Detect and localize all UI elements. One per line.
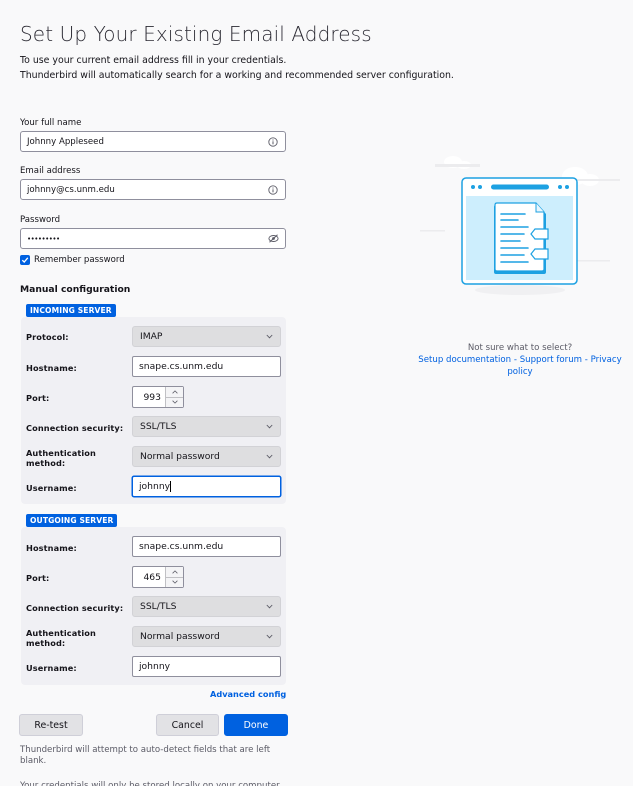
chevron-up-icon	[171, 390, 178, 394]
outgoing-username-label: Username:	[26, 663, 77, 673]
incoming-protocol-select[interactable]: IMAP	[132, 326, 281, 347]
outgoing-server-badge: OUTGOING SERVER	[26, 514, 118, 527]
full-name-label: Your full name	[20, 118, 82, 128]
setup-documentation-link[interactable]: Setup documentation	[418, 355, 511, 365]
help-question: Not sure what to select?	[467, 343, 573, 353]
manual-config-title: Manual configuration	[20, 284, 131, 295]
support-forum-link[interactable]: Support forum	[520, 355, 582, 365]
separator: -	[511, 355, 520, 365]
credentials-note: Your credentials will only be stored loc…	[20, 781, 282, 786]
help-links: Setup documentation - Support forum - Pr…	[410, 354, 630, 378]
incoming-security-value: SSL/TLS	[140, 421, 177, 432]
incoming-port-value: 993	[143, 391, 161, 403]
port-decrement-button[interactable]	[166, 397, 183, 407]
incoming-auth-value: Normal password	[140, 451, 220, 462]
chevron-down-icon	[264, 632, 274, 642]
subtitle-line-1: To use your current email address fill i…	[20, 55, 287, 66]
outgoing-hostname-input[interactable]: snape.cs.unm.edu	[132, 536, 281, 557]
document-icon	[494, 202, 549, 274]
email-input[interactable]: johnny@cs.unm.edu	[20, 179, 286, 200]
full-name-value: Johnny Appleseed	[27, 136, 104, 147]
incoming-security-select[interactable]: SSL/TLS	[132, 416, 281, 437]
chevron-down-icon	[264, 452, 274, 462]
outgoing-security-select[interactable]: SSL/TLS	[132, 596, 281, 617]
subtitle-line-2: Thunderbird will automatically search fo…	[20, 70, 454, 81]
incoming-auth-label-line1: Authentication	[26, 448, 96, 458]
setup-illustration	[420, 150, 620, 304]
separator: -	[582, 355, 591, 365]
incoming-port-label: Port:	[26, 393, 50, 403]
full-name-input[interactable]: Johnny Appleseed	[20, 131, 286, 152]
outgoing-auth-label-line2: method:	[26, 638, 66, 648]
port-decrement-button[interactable]	[166, 577, 183, 587]
incoming-protocol-label: Protocol:	[26, 332, 69, 342]
incoming-auth-label: Authentication method:	[26, 448, 96, 468]
outgoing-auth-select[interactable]: Normal password	[132, 626, 281, 647]
incoming-username-label: Username:	[26, 483, 77, 493]
advanced-config-link[interactable]: Advanced config	[210, 689, 286, 699]
incoming-security-label: Connection security:	[26, 423, 124, 433]
eye-slash-icon[interactable]	[265, 231, 281, 247]
password-input[interactable]: •••••••••	[20, 228, 286, 249]
port-increment-button[interactable]	[166, 387, 183, 398]
incoming-hostname-input[interactable]: snape.cs.unm.edu	[132, 356, 281, 377]
incoming-username-input[interactable]: johnny	[132, 476, 281, 497]
page-title: Set Up Your Existing Email Address	[20, 22, 372, 46]
retest-button[interactable]: Re-test	[19, 714, 83, 736]
incoming-hostname-value: snape.cs.unm.edu	[139, 361, 224, 372]
outgoing-port-value: 465	[143, 571, 161, 583]
outgoing-username-value: johnny	[139, 661, 171, 672]
page-subtitle: To use your current email address fill i…	[20, 53, 454, 83]
incoming-protocol-value: IMAP	[140, 331, 163, 342]
chevron-up-icon	[171, 570, 178, 574]
email-label: Email address	[20, 166, 81, 176]
incoming-port-stepper[interactable]: 993	[132, 386, 184, 408]
outgoing-security-value: SSL/TLS	[140, 601, 177, 612]
cancel-button[interactable]: Cancel	[156, 714, 219, 736]
chevron-down-icon	[264, 332, 274, 342]
outgoing-username-input[interactable]: johnny	[132, 656, 281, 677]
help-section: Not sure what to select? Setup documenta…	[410, 342, 630, 378]
password-label: Password	[20, 215, 61, 225]
chevron-down-icon	[171, 400, 178, 404]
incoming-server-badge: INCOMING SERVER	[26, 304, 116, 317]
remember-password[interactable]: Remember password	[20, 255, 125, 265]
remember-password-checkbox[interactable]	[20, 255, 30, 265]
incoming-hostname-label: Hostname:	[26, 363, 77, 373]
outgoing-auth-value: Normal password	[140, 631, 220, 642]
done-button[interactable]: Done	[224, 714, 288, 736]
outgoing-security-label: Connection security:	[26, 603, 124, 613]
chevron-down-icon	[264, 602, 274, 612]
remember-password-label: Remember password	[34, 255, 125, 265]
email-value: johnny@cs.unm.edu	[27, 184, 115, 195]
info-icon[interactable]	[265, 182, 281, 198]
outgoing-hostname-value: snape.cs.unm.edu	[139, 541, 224, 552]
outgoing-auth-label: Authentication method:	[26, 628, 96, 648]
outgoing-hostname-label: Hostname:	[26, 543, 77, 553]
incoming-auth-label-line2: method:	[26, 458, 66, 468]
checkmark-icon	[21, 257, 29, 263]
incoming-auth-select[interactable]: Normal password	[132, 446, 281, 467]
port-increment-button[interactable]	[166, 567, 183, 578]
info-icon[interactable]	[265, 134, 281, 150]
autodetect-note: Thunderbird will attempt to auto-detect …	[20, 745, 271, 766]
incoming-username-value: johnny	[139, 481, 171, 492]
outgoing-port-stepper[interactable]: 465	[132, 566, 184, 588]
outgoing-port-label: Port:	[26, 573, 50, 583]
outgoing-auth-label-line1: Authentication	[26, 628, 96, 638]
chevron-down-icon	[171, 580, 178, 584]
text-caret	[170, 481, 172, 492]
password-value: •••••••••	[27, 234, 60, 243]
chevron-down-icon	[264, 422, 274, 432]
